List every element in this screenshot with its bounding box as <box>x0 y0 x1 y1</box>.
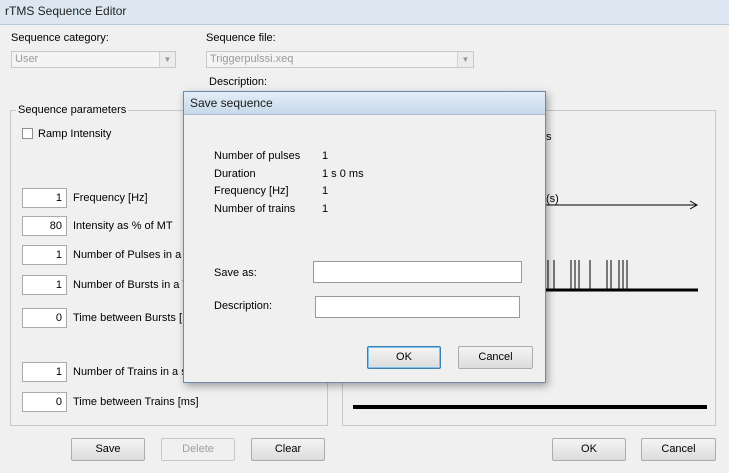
info-trains-label: Number of trains <box>214 203 296 215</box>
title-bar: rTMS Sequence Editor <box>0 0 729 25</box>
frequency-label: Frequency [Hz] <box>73 192 148 204</box>
preview-text-fragment: s <box>546 131 552 143</box>
time-between-trains-input[interactable]: 0 <box>22 392 67 412</box>
intensity-input[interactable]: 80 <box>22 216 67 236</box>
sequence-file-value: Triggerpulssi.xeq <box>210 53 294 65</box>
dialog-cancel-button[interactable]: Cancel <box>458 346 533 369</box>
sequence-file-label: Sequence file: <box>206 32 276 44</box>
save-as-label: Save as: <box>214 267 257 279</box>
sequence-category-select[interactable]: User ▼ <box>11 51 176 68</box>
info-frequency-label: Frequency [Hz] <box>214 185 289 197</box>
bursts-per-train-input[interactable]: 1 <box>22 275 67 295</box>
time-between-bursts-input[interactable]: 0 <box>22 308 67 328</box>
pulses-per-burst-input[interactable]: 1 <box>22 245 67 265</box>
info-duration-label: Duration <box>214 168 256 180</box>
trains-per-sequence-label: Number of Trains in a s <box>73 366 187 378</box>
trains-per-sequence-input[interactable]: 1 <box>22 362 67 382</box>
info-frequency-value: 1 <box>322 185 329 197</box>
time-between-bursts-label: Time between Bursts [ <box>73 312 183 324</box>
dialog-title: Save sequence <box>190 96 273 110</box>
dialog-description-label: Description: <box>214 300 273 312</box>
save-sequence-dialog: Save sequence Number of pulses 1 Duratio… <box>183 91 546 383</box>
chevron-down-icon[interactable]: ▼ <box>159 52 175 67</box>
window-title: rTMS Sequence Editor <box>5 4 127 18</box>
pulses-per-burst-label: Number of Pulses in a b <box>73 249 191 261</box>
delete-button[interactable]: Delete <box>161 438 235 461</box>
sequence-category-value: User <box>15 53 39 65</box>
dialog-ok-button[interactable]: OK <box>367 346 441 369</box>
dialog-title-bar: Save sequence <box>184 92 545 115</box>
info-pulses-label: Number of pulses <box>214 150 301 162</box>
info-trains-value: 1 <box>322 203 329 215</box>
sequence-category-label: Sequence category: <box>11 32 109 44</box>
sequence-parameters-title: Sequence parameters <box>16 104 129 116</box>
info-pulses-value: 1 <box>322 150 329 162</box>
clear-button[interactable]: Clear <box>251 438 325 461</box>
intensity-label: Intensity as % of MT <box>73 220 173 232</box>
chevron-down-icon[interactable]: ▼ <box>457 52 473 67</box>
cancel-button[interactable]: Cancel <box>641 438 716 461</box>
dialog-description-input[interactable] <box>315 296 520 318</box>
save-as-input[interactable] <box>313 261 522 283</box>
info-duration-value: 1 s 0 ms <box>322 168 364 180</box>
ramp-intensity-label: Ramp Intensity <box>38 128 112 140</box>
frequency-input[interactable]: 1 <box>22 188 67 208</box>
time-between-trains-label: Time between Trains [ms] <box>73 396 199 408</box>
pulse-preview-plot <box>546 200 699 292</box>
ok-button[interactable]: OK <box>552 438 626 461</box>
ramp-intensity-checkbox[interactable] <box>22 128 33 139</box>
description-label: Description: <box>209 76 268 88</box>
sequence-file-select[interactable]: Triggerpulssi.xeq ▼ <box>206 51 474 68</box>
sequence-baseline <box>353 405 707 409</box>
save-button[interactable]: Save <box>71 438 145 461</box>
bursts-per-train-label: Number of Bursts in a T <box>73 279 189 291</box>
